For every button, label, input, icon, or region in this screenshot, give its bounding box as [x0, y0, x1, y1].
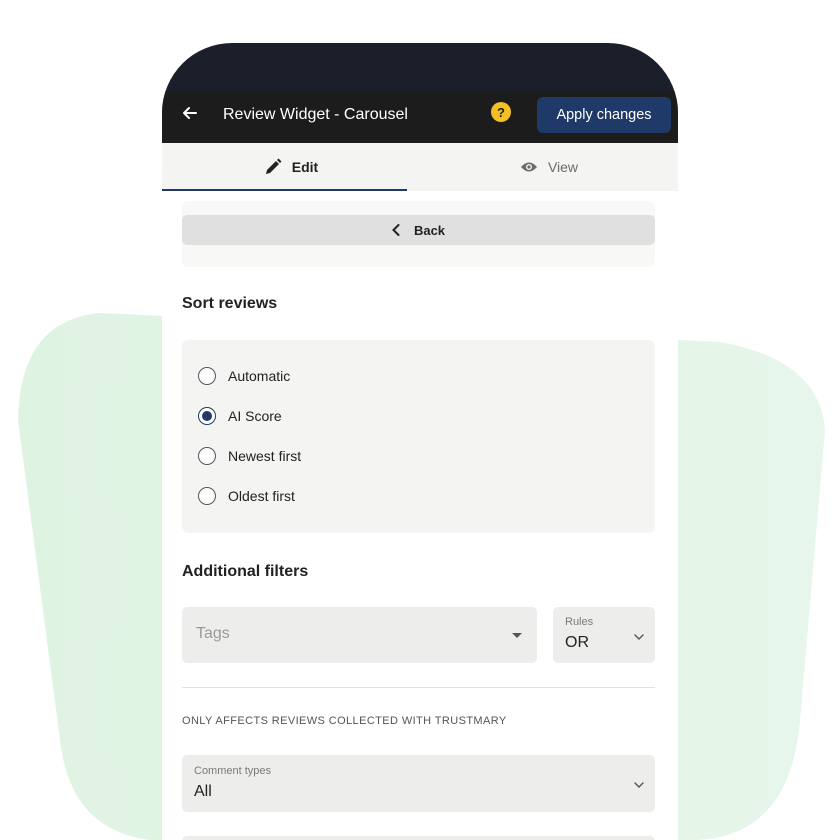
- help-icon[interactable]: ?: [491, 102, 511, 122]
- comment-types-value: All: [194, 783, 212, 800]
- radio-label: Oldest first: [228, 488, 295, 504]
- tab-view[interactable]: View: [420, 143, 678, 191]
- radio-circle-selected: [198, 407, 216, 425]
- rules-value: OR: [565, 634, 589, 651]
- additional-filters-heading: Additional filters: [182, 563, 309, 580]
- tags-placeholder: Tags: [196, 625, 230, 642]
- radio-ai-score[interactable]: AI Score: [198, 407, 282, 425]
- tags-select[interactable]: Tags: [182, 607, 537, 663]
- divider: [182, 687, 655, 688]
- eye-icon: [520, 162, 537, 172]
- radio-label: Automatic: [228, 368, 291, 384]
- caret-down-icon: [512, 633, 522, 638]
- app-header: Review Widget - Carousel ? Apply changes: [162, 91, 678, 143]
- sort-reviews-heading: Sort reviews: [182, 295, 278, 312]
- radio-oldest-first[interactable]: Oldest first: [198, 487, 295, 505]
- radio-circle: [198, 487, 216, 505]
- trustmary-note: ONLY AFFECTS REVIEWS COLLECTED WITH TRUS…: [182, 715, 507, 727]
- back-label: Back: [413, 222, 446, 238]
- next-select-partial[interactable]: [182, 836, 655, 840]
- radio-circle: [198, 447, 216, 465]
- active-tab-indicator: [162, 189, 407, 191]
- comment-types-label: Comment types: [194, 765, 272, 777]
- page-title: Review Widget - Carousel: [223, 106, 408, 123]
- rules-select[interactable]: Rules OR: [553, 607, 655, 663]
- radio-label: Newest first: [228, 448, 302, 464]
- chevron-down-icon: [634, 634, 644, 640]
- apply-changes-button[interactable]: Apply changes: [537, 97, 671, 133]
- radio-automatic[interactable]: Automatic: [198, 367, 290, 385]
- tab-edit[interactable]: Edit: [162, 143, 420, 191]
- radio-newest-first[interactable]: Newest first: [198, 447, 301, 465]
- radio-label: AI Score: [228, 408, 282, 424]
- comment-types-select[interactable]: Comment types All: [182, 755, 655, 812]
- phone-frame: Review Widget - Carousel ? Apply changes…: [162, 43, 678, 840]
- back-arrow-icon[interactable]: [180, 103, 200, 123]
- chevron-left-icon: [392, 224, 400, 236]
- tab-view-label: View: [547, 159, 579, 175]
- tab-edit-label: Edit: [291, 159, 319, 175]
- pencil-icon: [265, 158, 282, 174]
- back-button[interactable]: Back: [182, 215, 655, 245]
- chevron-down-icon: [634, 782, 644, 788]
- tab-bar: Edit View: [162, 143, 678, 191]
- sort-options-card: Automatic AI Score Newest first Oldest f…: [182, 340, 655, 533]
- radio-circle: [198, 367, 216, 385]
- rules-label: Rules: [565, 616, 594, 628]
